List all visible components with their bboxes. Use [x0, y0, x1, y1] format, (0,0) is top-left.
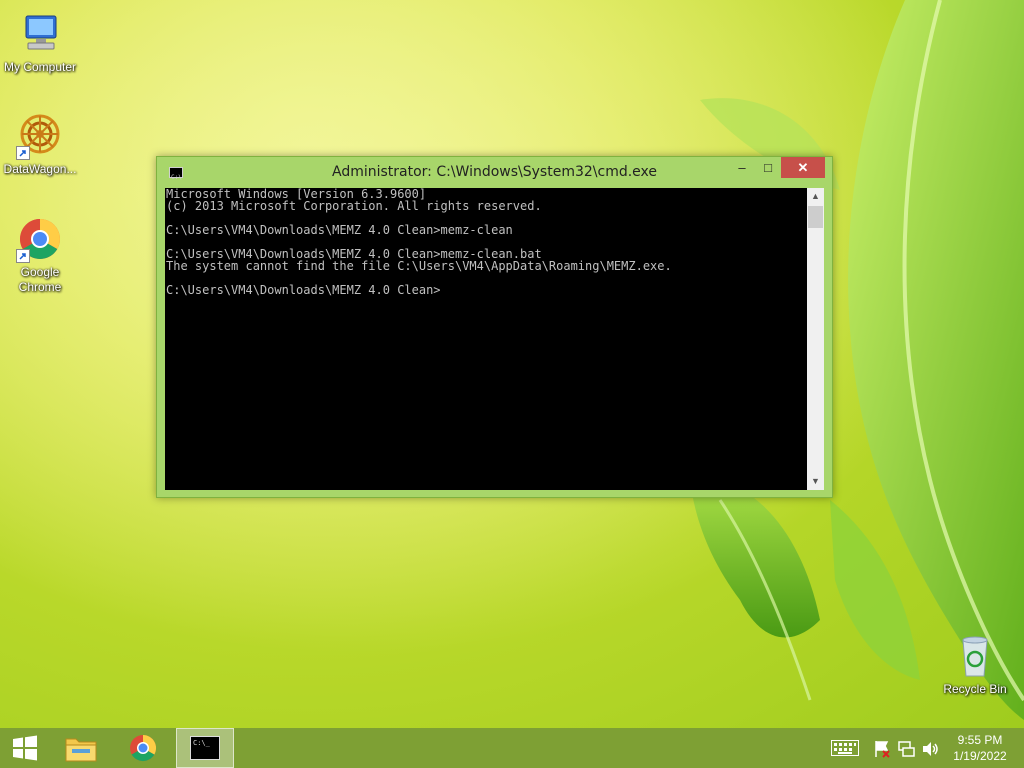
- taskbar: C:\_ 9:55 PM 1/19/2022: [0, 728, 1024, 768]
- file-explorer-icon: [65, 738, 97, 762]
- console-prompt: C:\Users\VM4\Downloads\MEMZ 4.0 Clean>: [166, 283, 441, 297]
- vertical-scrollbar[interactable]: ▲ ▼: [807, 188, 824, 490]
- volume-icon[interactable]: [921, 740, 939, 763]
- console-area[interactable]: Microsoft Windows [Version 6.3.9600] (c)…: [165, 188, 807, 490]
- clock-time: 9:55 PM: [957, 733, 1003, 747]
- desktop-icon-google-chrome[interactable]: Google Chrome: [0, 215, 80, 295]
- scroll-up-arrow-icon[interactable]: ▲: [807, 188, 824, 205]
- windows-start-icon: [13, 735, 37, 761]
- computer-icon: [16, 10, 64, 58]
- scroll-down-arrow-icon[interactable]: ▼: [807, 473, 824, 490]
- chrome-icon: [16, 215, 64, 263]
- desktop-icon-recycle-bin[interactable]: Recycle Bin: [935, 632, 1015, 697]
- action-center-icon[interactable]: [874, 740, 890, 763]
- chrome-icon: [130, 734, 157, 762]
- network-icon[interactable]: [898, 740, 916, 763]
- cmd-icon: C:\_: [190, 736, 220, 760]
- desktop-icon-label: Recycle Bin: [943, 682, 1007, 696]
- taskbar-clock[interactable]: 9:55 PM 1/19/2022: [944, 732, 1016, 764]
- console-line: (c) 2013 Microsoft Corporation. All righ…: [166, 199, 542, 213]
- start-button[interactable]: [0, 728, 50, 768]
- clock-date: 1/19/2022: [953, 749, 1007, 763]
- desktop-icon-label: DataWagon...: [3, 162, 77, 176]
- recycle-bin-icon: [951, 632, 999, 680]
- desktop-icon-label: My Computer: [3, 60, 77, 74]
- window-titlebar[interactable]: C:\ Administrator: C:\Windows\System32\c…: [157, 157, 832, 187]
- taskbar-file-explorer[interactable]: [52, 728, 110, 768]
- console-output: Microsoft Windows [Version 6.3.9600] (c)…: [166, 188, 672, 296]
- desktop-icon-my-computer[interactable]: My Computer: [0, 10, 80, 75]
- desktop-icon-label: Google Chrome: [18, 265, 62, 294]
- maximize-button[interactable]: □: [755, 157, 781, 178]
- desktop-icon-datawagon[interactable]: DataWagon...: [0, 112, 80, 177]
- console-line: The system cannot find the file C:\Users…: [166, 259, 672, 273]
- taskbar-chrome[interactable]: [114, 728, 172, 768]
- taskbar-cmd[interactable]: C:\_: [176, 728, 234, 768]
- datawagon-icon: [16, 112, 64, 160]
- shortcut-arrow-icon: [16, 146, 30, 160]
- close-button[interactable]: ✕: [781, 157, 825, 178]
- shortcut-arrow-icon: [16, 249, 30, 263]
- scroll-thumb[interactable]: [808, 206, 823, 228]
- console-line: C:\Users\VM4\Downloads\MEMZ 4.0 Clean>me…: [166, 223, 513, 237]
- desktop: My Computer DataWagon... Google Chrome R…: [0, 0, 1024, 728]
- cmd-window[interactable]: C:\ Administrator: C:\Windows\System32\c…: [156, 156, 833, 498]
- keyboard-icon[interactable]: [831, 740, 859, 761]
- minimize-button[interactable]: –: [729, 157, 755, 178]
- svg-text:C:\_: C:\_: [193, 739, 211, 747]
